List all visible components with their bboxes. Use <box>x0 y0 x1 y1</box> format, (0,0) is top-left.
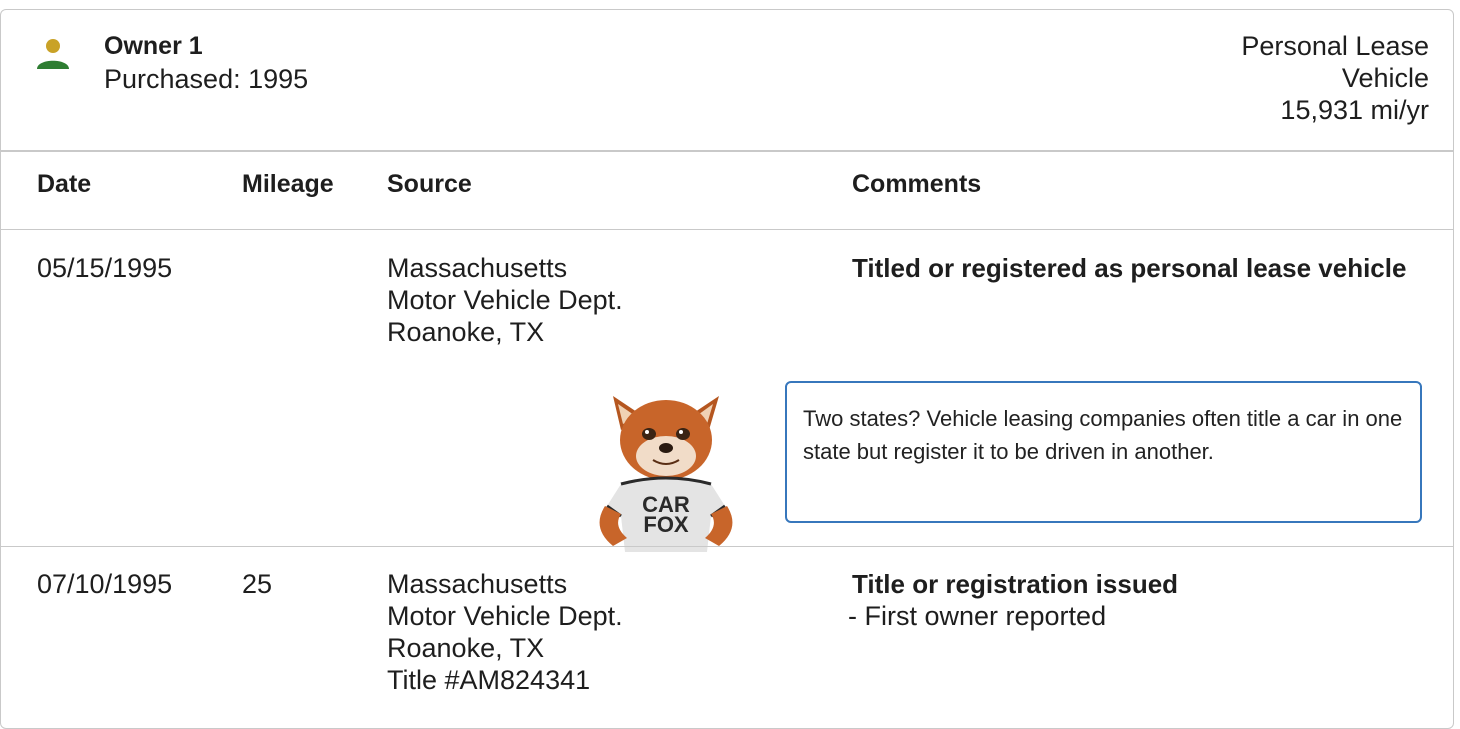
source-line: Title #AM824341 <box>387 665 591 695</box>
owner-header: Owner 1 Purchased: 1995 Personal Lease V… <box>1 10 1453 151</box>
header-divider <box>1 150 1453 152</box>
owner-type-line1: Personal Lease <box>1241 31 1429 61</box>
row-comment-title: Title or registration issued <box>852 569 1179 599</box>
carfox-mascot-icon: CAR FOX <box>599 396 733 552</box>
owner-miles-per-year: 15,931 mi/yr <box>1280 95 1429 125</box>
source-line: Motor Vehicle Dept. <box>387 601 623 631</box>
row-comment-detail: - First owner reported <box>848 601 1107 631</box>
column-header-source: Source <box>387 170 472 198</box>
row-comment-title: Titled or registered as personal lease v… <box>852 253 1407 283</box>
row-comments: Title or registration issued - First own… <box>848 568 1412 632</box>
source-line: Roanoke, TX <box>387 317 545 347</box>
row-date: 07/10/1995 <box>37 569 173 599</box>
owner-name: Owner 1 <box>104 32 203 60</box>
column-header-comments: Comments <box>852 170 982 198</box>
source-line: Roanoke, TX <box>387 633 545 663</box>
owner-purchased: Purchased: 1995 <box>104 64 309 94</box>
row-source: Massachusetts Motor Vehicle Dept. Roanok… <box>387 568 623 696</box>
source-line: Massachusetts <box>387 569 568 599</box>
mascot-shirt-line2: FOX <box>643 512 689 537</box>
source-line: Motor Vehicle Dept. <box>387 285 623 315</box>
row-source: Massachusetts Motor Vehicle Dept. Roanok… <box>387 252 623 348</box>
column-header-date: Date <box>37 170 92 198</box>
person-icon <box>37 39 69 69</box>
source-line: Massachusetts <box>387 253 568 283</box>
owner-vehicle-info: Personal Lease Vehicle 15,931 mi/yr <box>1241 30 1429 126</box>
owner-card: Owner 1 Purchased: 1995 Personal Lease V… <box>0 9 1454 729</box>
table-header-divider <box>1 229 1453 230</box>
row-date: 05/15/1995 <box>37 253 173 283</box>
column-header-mileage: Mileage <box>242 170 334 198</box>
row-divider <box>1 546 1453 547</box>
owner-type-line2: Vehicle <box>1341 63 1429 93</box>
tip-callout: Two states? Vehicle leasing companies of… <box>785 381 1422 523</box>
row-mileage: 25 <box>242 569 273 599</box>
